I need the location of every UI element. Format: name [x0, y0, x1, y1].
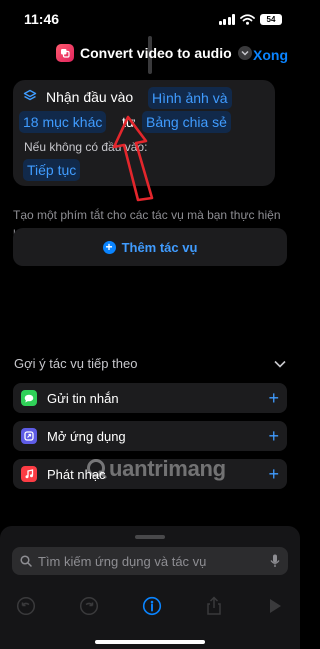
home-indicator [95, 640, 205, 644]
receive-input-action-card: Nhận đầu vào Hình ảnh và 18 mục khác từ … [13, 80, 275, 186]
more-types-token[interactable]: 18 mục khác [19, 111, 107, 133]
layers-icon [23, 89, 37, 101]
chevron-down-icon [274, 360, 286, 368]
chevron-down-icon [237, 46, 252, 60]
next-action-suggestions-header[interactable]: Gợi ý tác vụ tiếp theo [14, 356, 286, 371]
action-search-field[interactable]: Tìm kiếm ứng dụng và tác vụ [12, 547, 288, 575]
add-suggestion-plus-icon[interactable]: + [268, 427, 279, 445]
action-search-sheet: Tìm kiếm ứng dụng và tác vụ [0, 526, 300, 649]
add-action-label: Thêm tác vụ [121, 239, 198, 255]
undo-icon[interactable] [16, 596, 36, 616]
messages-icon [21, 390, 37, 406]
suggestions-title: Gợi ý tác vụ tiếp theo [14, 356, 138, 371]
sheet-grabber[interactable] [135, 535, 165, 539]
input-types-token[interactable]: Hình ảnh và [148, 87, 232, 109]
cellular-signal-icon [218, 13, 235, 25]
watermark-q-icon [87, 459, 107, 479]
from-label: từ [122, 114, 136, 130]
wifi-icon [240, 13, 255, 25]
add-action-button[interactable]: + Thêm tác vụ [13, 228, 287, 266]
microphone-icon[interactable] [270, 554, 280, 568]
add-suggestion-plus-icon[interactable]: + [268, 389, 279, 407]
receive-input-label: Nhận đầu vào [46, 89, 134, 105]
search-placeholder: Tìm kiếm ứng dụng và tác vụ [38, 553, 207, 569]
status-bar: 11:46 54 [0, 0, 300, 38]
no-input-label: Nếu không có đầu vào: [24, 140, 148, 154]
shortcut-title-menu[interactable]: Convert video to audio [56, 44, 252, 62]
add-suggestion-plus-icon[interactable]: + [268, 465, 279, 483]
music-icon [21, 466, 37, 482]
shortcuts-app-icon [56, 44, 74, 62]
open-app-icon [21, 428, 37, 444]
play-icon[interactable] [266, 596, 284, 616]
suggestion-label: Mở ứng dụng [47, 428, 126, 444]
status-time: 11:46 [24, 11, 60, 27]
suggestion-label: Gửi tin nhắn [47, 390, 119, 406]
search-icon [20, 555, 32, 567]
battery-icon: 54 [260, 13, 282, 25]
suggestion-open-app[interactable]: Mở ứng dụng + [13, 421, 287, 451]
status-indicators: 54 [218, 13, 282, 25]
share-icon[interactable] [205, 596, 223, 616]
editor-toolbar [0, 594, 300, 618]
input-source-token[interactable]: Bảng chia sẻ [142, 111, 231, 133]
navigation-bar: Convert video to audio Xong [0, 40, 300, 68]
watermark-text: uantrimang [109, 456, 226, 481]
done-button[interactable]: Xong [253, 47, 288, 63]
plus-circle-icon: + [102, 240, 116, 254]
info-icon[interactable] [142, 596, 162, 616]
redo-icon[interactable] [79, 596, 99, 616]
watermark-logo: uantrimang [86, 456, 226, 482]
suggestion-send-message[interactable]: Gửi tin nhắn + [13, 383, 287, 413]
shortcut-title: Convert video to audio [80, 45, 232, 61]
fallback-behavior-token[interactable]: Tiếp tục [23, 159, 81, 181]
